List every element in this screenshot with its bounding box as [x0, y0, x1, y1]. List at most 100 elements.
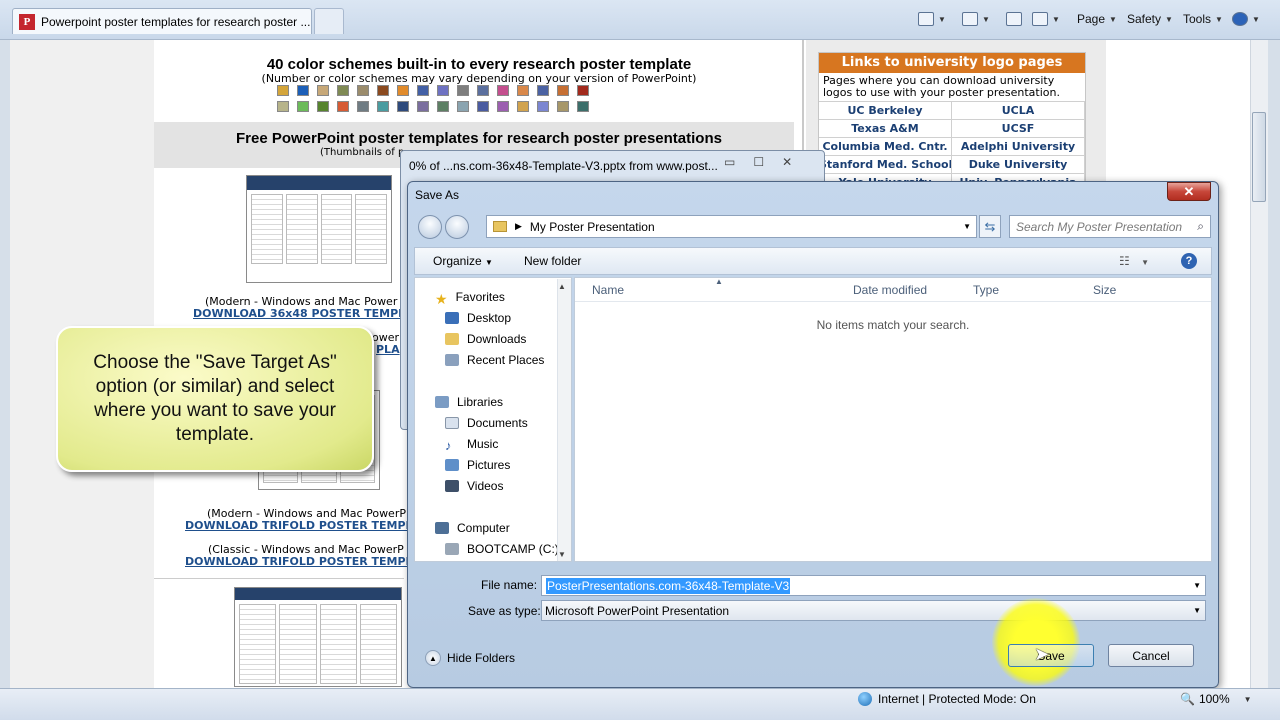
save-as-type-dropdown-icon[interactable]: ▼	[1193, 606, 1201, 615]
color-swatch	[357, 85, 369, 96]
download-trifold-link-2[interactable]: DOWNLOAD TRIFOLD POSTER TEMPLA	[185, 555, 421, 568]
poster-thumbnail-3[interactable]	[234, 587, 402, 687]
print-button[interactable]: ▼	[1032, 10, 1060, 28]
color-swatch	[557, 85, 569, 96]
nav-recent[interactable]: Recent Places	[445, 353, 544, 367]
university-link[interactable]: UCSF	[952, 120, 1085, 137]
nav-desktop[interactable]: Desktop	[445, 311, 511, 325]
search-input[interactable]: Search My Poster Presentation ⌕	[1009, 215, 1211, 238]
zoom-dropdown-icon[interactable]: ▼	[1244, 695, 1252, 704]
download-window-controls: ▭ ☐ ✕	[724, 155, 792, 169]
download-36x48-link[interactable]: DOWNLOAD 36x48 POSTER TEMPLA	[193, 307, 414, 320]
forward-button[interactable]	[445, 215, 469, 239]
column-date-modified[interactable]: Date modified	[853, 283, 963, 303]
color-swatch	[277, 101, 289, 112]
help-button[interactable]: ▼	[1232, 10, 1260, 28]
organize-button[interactable]: Organize ▼	[433, 254, 493, 268]
color-swatch	[417, 85, 429, 96]
instruction-callout: Choose the "Save Target As" option (or s…	[56, 326, 374, 472]
help-icon[interactable]: ?	[1181, 253, 1197, 269]
color-swatch	[437, 85, 449, 96]
color-swatch	[457, 85, 469, 96]
university-links-row: Texas A&M UCSF	[819, 119, 1085, 137]
color-swatch	[417, 101, 429, 112]
university-link[interactable]: UCLA	[952, 102, 1085, 119]
search-placeholder: Search My Poster Presentation	[1016, 219, 1183, 234]
save-as-type-select[interactable]: Microsoft PowerPoint Presentation ▼	[541, 600, 1206, 621]
dialog-title: Save As	[415, 188, 460, 202]
feeds-button[interactable]: ▼	[962, 10, 990, 28]
divider	[154, 578, 404, 579]
security-zone[interactable]: Internet | Protected Mode: On	[858, 692, 1036, 706]
scroll-down-icon[interactable]: ▼	[558, 550, 566, 559]
university-links-description: Pages where you can download university …	[823, 74, 1060, 99]
chevron-up-icon: ▲	[425, 650, 441, 666]
column-size[interactable]: Size	[1093, 283, 1163, 303]
nav-computer[interactable]: Computer	[435, 521, 510, 535]
file-name-label: File name:	[481, 578, 538, 592]
home-button[interactable]: ▼	[918, 10, 946, 28]
back-button[interactable]	[418, 215, 442, 239]
tools-menu[interactable]: Tools ▼	[1183, 10, 1223, 28]
nav-favorites[interactable]: ★ Favorites	[435, 290, 505, 307]
color-swatch	[357, 101, 369, 112]
page-menu[interactable]: Page ▼	[1077, 10, 1117, 28]
view-icon: ☷	[1119, 254, 1130, 268]
status-bar	[0, 688, 1280, 720]
nav-downloads[interactable]: Downloads	[445, 332, 526, 346]
color-swatch	[557, 101, 569, 112]
navigation-pane: ★ Favorites Desktop Downloads Recent Plac…	[414, 277, 572, 562]
nav-documents[interactable]: Documents	[445, 416, 528, 430]
nav-downloads-label: Downloads	[467, 332, 527, 346]
navigation-scrollbar[interactable]	[557, 279, 571, 561]
download-link-partial[interactable]: PLA	[376, 343, 400, 356]
file-name-input[interactable]: PosterPresentations.com-36x48-Template-V…	[541, 575, 1206, 596]
university-links-row: Columbia Med. Cntr. Adelphi University	[819, 137, 1085, 155]
university-link[interactable]: Texas A&M	[819, 120, 952, 137]
nav-libraries[interactable]: Libraries	[435, 395, 503, 409]
save-button[interactable]: Save	[1008, 644, 1094, 667]
new-folder-button[interactable]: New folder	[524, 254, 581, 268]
command-bar: Organize ▼ New folder ☷ ▼ ?	[414, 247, 1212, 275]
download-trifold-link-1[interactable]: DOWNLOAD TRIFOLD POSTER TEMPLA	[185, 519, 421, 532]
poster-thumbnail-36x48[interactable]	[246, 175, 392, 283]
university-link[interactable]: Duke University	[952, 156, 1085, 173]
color-swatch	[317, 85, 329, 96]
nav-music[interactable]: ♪ Music	[445, 437, 498, 453]
dialog-close-button[interactable]: ✕	[1167, 182, 1211, 201]
maximize-icon[interactable]: ☐	[753, 155, 764, 169]
hide-folders-label: Hide Folders	[447, 651, 516, 665]
safety-menu[interactable]: Safety ▼	[1127, 10, 1173, 28]
help-icon	[1232, 12, 1248, 26]
column-type[interactable]: Type	[973, 283, 1083, 303]
close-icon[interactable]: ✕	[782, 155, 792, 169]
address-dropdown-icon[interactable]: ▼	[963, 222, 971, 231]
university-link[interactable]: Columbia Med. Cntr.	[819, 138, 952, 155]
view-options-button[interactable]: ☷ ▼	[1119, 254, 1149, 268]
cancel-button[interactable]: Cancel	[1108, 644, 1194, 667]
address-bar[interactable]: ▶ My Poster Presentation ▼	[486, 215, 977, 238]
nav-favorites-label: Favorites	[455, 290, 505, 304]
nav-pictures-label: Pictures	[467, 458, 511, 472]
minimize-icon[interactable]: ▭	[724, 155, 735, 169]
scroll-up-icon[interactable]: ▲	[558, 282, 566, 291]
nav-bootcamp[interactable]: BOOTCAMP (C:)	[445, 542, 559, 556]
page-scroll-thumb[interactable]	[1252, 112, 1266, 202]
zoom-control[interactable]: 🔍 100% ▼	[1180, 692, 1252, 706]
university-links-heading: Links to university logo pages	[819, 53, 1085, 73]
file-name-dropdown-icon[interactable]: ▼	[1193, 581, 1201, 590]
university-link[interactable]: Adelphi University	[952, 138, 1085, 155]
nav-videos[interactable]: Videos	[445, 479, 503, 493]
new-tab-button[interactable]	[314, 8, 344, 34]
university-link[interactable]: Stanford Med. School	[819, 156, 952, 173]
refresh-button[interactable]: ⇆	[979, 215, 1001, 238]
drive-icon	[445, 543, 459, 555]
university-link[interactable]: UC Berkeley	[819, 102, 952, 119]
hide-folders-button[interactable]: ▲ Hide Folders	[425, 650, 515, 666]
column-headers: Name ▲ Date modified Type Size	[575, 277, 1211, 303]
mail-button[interactable]	[1006, 10, 1022, 28]
color-swatch	[537, 85, 549, 96]
browser-tab[interactable]: P Powerpoint poster templates for resear…	[12, 8, 312, 34]
nav-pictures[interactable]: Pictures	[445, 458, 510, 472]
color-swatch	[457, 101, 469, 112]
